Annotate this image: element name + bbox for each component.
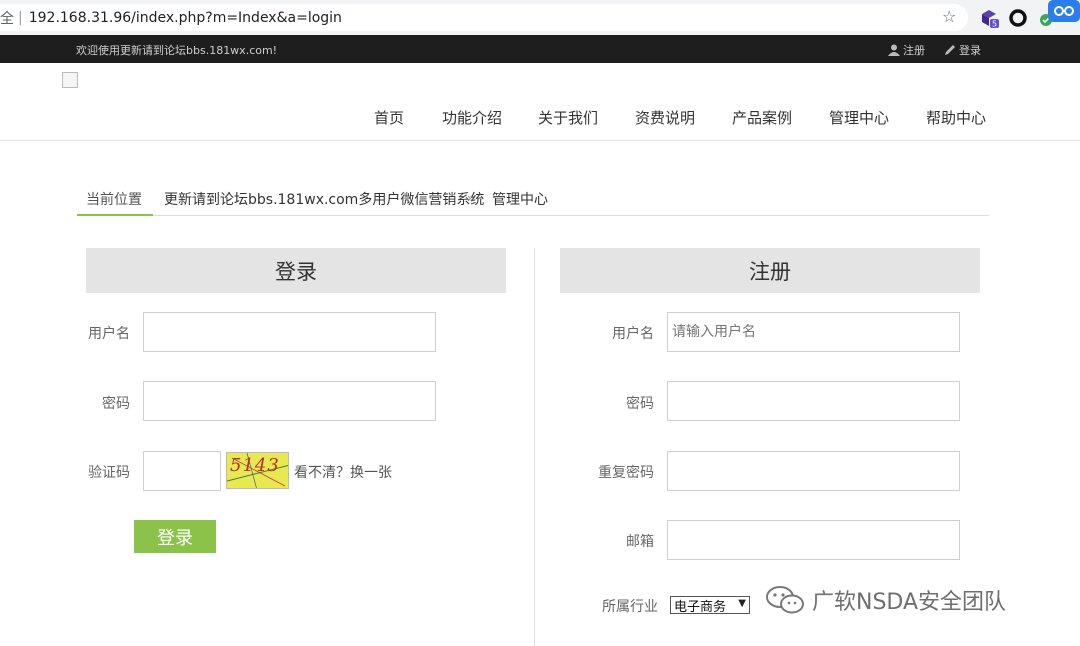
browser-toolbar: 全 | 192.168.31.96/index.php?m=Index&a=lo… bbox=[0, 0, 1080, 35]
nav-item-cases[interactable]: 产品案例 bbox=[732, 107, 792, 128]
industry-select[interactable]: 电子商务 ▼ bbox=[670, 596, 750, 615]
top-login-link[interactable]: 登录 bbox=[944, 42, 981, 58]
watermark: 广软NSDA安全团队 bbox=[764, 584, 1006, 616]
register-password-input[interactable] bbox=[667, 381, 960, 421]
site-top-bar: 欢迎使用更新请到论坛bbs.181wx.com! 注册 登录 bbox=[0, 35, 1080, 63]
nav-item-help[interactable]: 帮助中心 bbox=[926, 107, 986, 128]
user-icon bbox=[888, 44, 900, 56]
extension-icon[interactable]: 5 bbox=[980, 8, 1000, 29]
register-repeat-password-label: 重复密码 bbox=[598, 465, 654, 481]
url-text[interactable]: 192.168.31.96/index.php?m=Index&a=login bbox=[29, 10, 342, 26]
login-submit-button[interactable]: 登录 bbox=[134, 520, 216, 553]
register-email-input[interactable] bbox=[667, 520, 960, 560]
industry-selected-value: 电子商务 bbox=[674, 599, 727, 615]
cube-icon: 5 bbox=[982, 10, 999, 29]
breadcrumb-site[interactable]: 更新请到论坛bbs.181wx.com多用户微信营销系统 bbox=[164, 189, 484, 209]
top-login-label[interactable]: 登录 bbox=[959, 42, 981, 58]
captcha-refresh-link[interactable]: 看不清？换一张 bbox=[294, 462, 392, 482]
login-username-label: 用户名 bbox=[88, 326, 130, 342]
address-bar[interactable]: 全 | 192.168.31.96/index.php?m=Index&a=lo… bbox=[0, 4, 968, 31]
register-repeat-password-input[interactable] bbox=[667, 451, 960, 491]
register-password-label: 密码 bbox=[626, 396, 654, 412]
watermark-text: 广软NSDA安全团队 bbox=[812, 590, 1007, 615]
nav-item-admin[interactable]: 管理中心 bbox=[829, 107, 889, 128]
pencil-icon bbox=[945, 45, 955, 55]
svg-text:5: 5 bbox=[992, 20, 997, 29]
header-divider bbox=[0, 140, 1080, 141]
login-panel-title: 登录 bbox=[86, 248, 506, 293]
top-register-label[interactable]: 注册 bbox=[903, 42, 925, 58]
nav-item-about[interactable]: 关于我们 bbox=[538, 107, 598, 128]
register-email-label: 邮箱 bbox=[626, 534, 654, 550]
main-nav: 首页 功能介绍 关于我们 资费说明 产品案例 管理中心 帮助中心 bbox=[0, 107, 1080, 127]
breadcrumb-label: 当前位置 bbox=[86, 192, 142, 208]
login-password-label: 密码 bbox=[102, 396, 130, 412]
captcha-input[interactable] bbox=[143, 451, 221, 491]
wechat-icon bbox=[766, 586, 804, 614]
login-password-input[interactable] bbox=[143, 381, 436, 421]
register-industry-label: 所属行业 bbox=[602, 599, 658, 615]
captcha-image[interactable]: 5143 bbox=[226, 452, 289, 489]
security-indicator[interactable]: 全 bbox=[0, 8, 14, 28]
register-username-input[interactable] bbox=[667, 312, 960, 352]
breadcrumb-separator: » bbox=[467, 191, 475, 205]
captcha-label: 验证码 bbox=[88, 465, 130, 481]
nav-item-home[interactable]: 首页 bbox=[374, 107, 404, 128]
url-separator: | bbox=[18, 9, 23, 26]
nav-item-features[interactable]: 功能介绍 bbox=[442, 107, 502, 128]
cloud-extension-icon[interactable] bbox=[1048, 0, 1080, 22]
nav-item-pricing[interactable]: 资费说明 bbox=[635, 107, 695, 128]
breadcrumb-current[interactable]: 管理中心 bbox=[492, 189, 548, 209]
login-username-input[interactable] bbox=[143, 312, 436, 352]
register-panel-title: 注册 bbox=[560, 248, 980, 293]
top-register-link[interactable]: 注册 bbox=[888, 42, 925, 58]
ring-extension-icon[interactable] bbox=[1008, 8, 1028, 28]
bookmark-star-icon[interactable]: ☆ bbox=[942, 8, 960, 26]
logo-image-broken[interactable] bbox=[62, 72, 78, 88]
captcha-code: 5143 bbox=[230, 455, 280, 476]
panel-divider bbox=[534, 248, 535, 646]
register-username-label: 用户名 bbox=[612, 326, 654, 342]
welcome-text: 欢迎使用更新请到论坛bbs.181wx.com! bbox=[76, 44, 278, 57]
chevron-down-icon: ▼ bbox=[738, 598, 746, 609]
breadcrumb-underline bbox=[77, 215, 989, 216]
breadcrumb-active-indicator bbox=[77, 214, 153, 216]
